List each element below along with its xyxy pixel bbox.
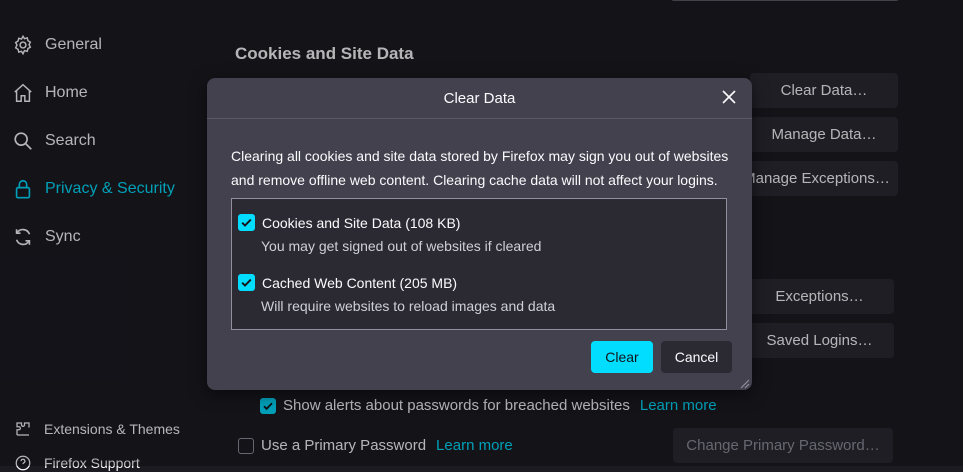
- cancel-button[interactable]: Cancel: [661, 341, 732, 373]
- cookies-checkbox[interactable]: [238, 214, 255, 231]
- dialog-divider: [207, 118, 752, 119]
- clear-options-box: Cookies and Site Data (108 KB) You may g…: [231, 198, 727, 330]
- dialog-title: Clear Data: [443, 90, 516, 107]
- dialog-description: Clearing all cookies and site data store…: [231, 148, 729, 188]
- cookies-label[interactable]: Cookies and Site Data (108 KB): [262, 215, 460, 231]
- resize-grip-icon[interactable]: [738, 376, 750, 389]
- cache-label[interactable]: Cached Web Content (205 MB): [262, 275, 457, 291]
- close-icon[interactable]: [720, 88, 738, 106]
- cookies-sublabel: You may get signed out of websites if cl…: [261, 238, 542, 254]
- cookies-option: Cookies and Site Data (108 KB) You may g…: [238, 214, 541, 254]
- clear-data-dialog: Clear Data Clearing all cookies and site…: [207, 78, 752, 390]
- clear-button[interactable]: Clear: [591, 341, 653, 373]
- cache-sublabel: Will require websites to reload images a…: [261, 298, 556, 314]
- cache-checkbox[interactable]: [238, 274, 255, 291]
- cache-option: Cached Web Content (205 MB) Will require…: [238, 274, 555, 314]
